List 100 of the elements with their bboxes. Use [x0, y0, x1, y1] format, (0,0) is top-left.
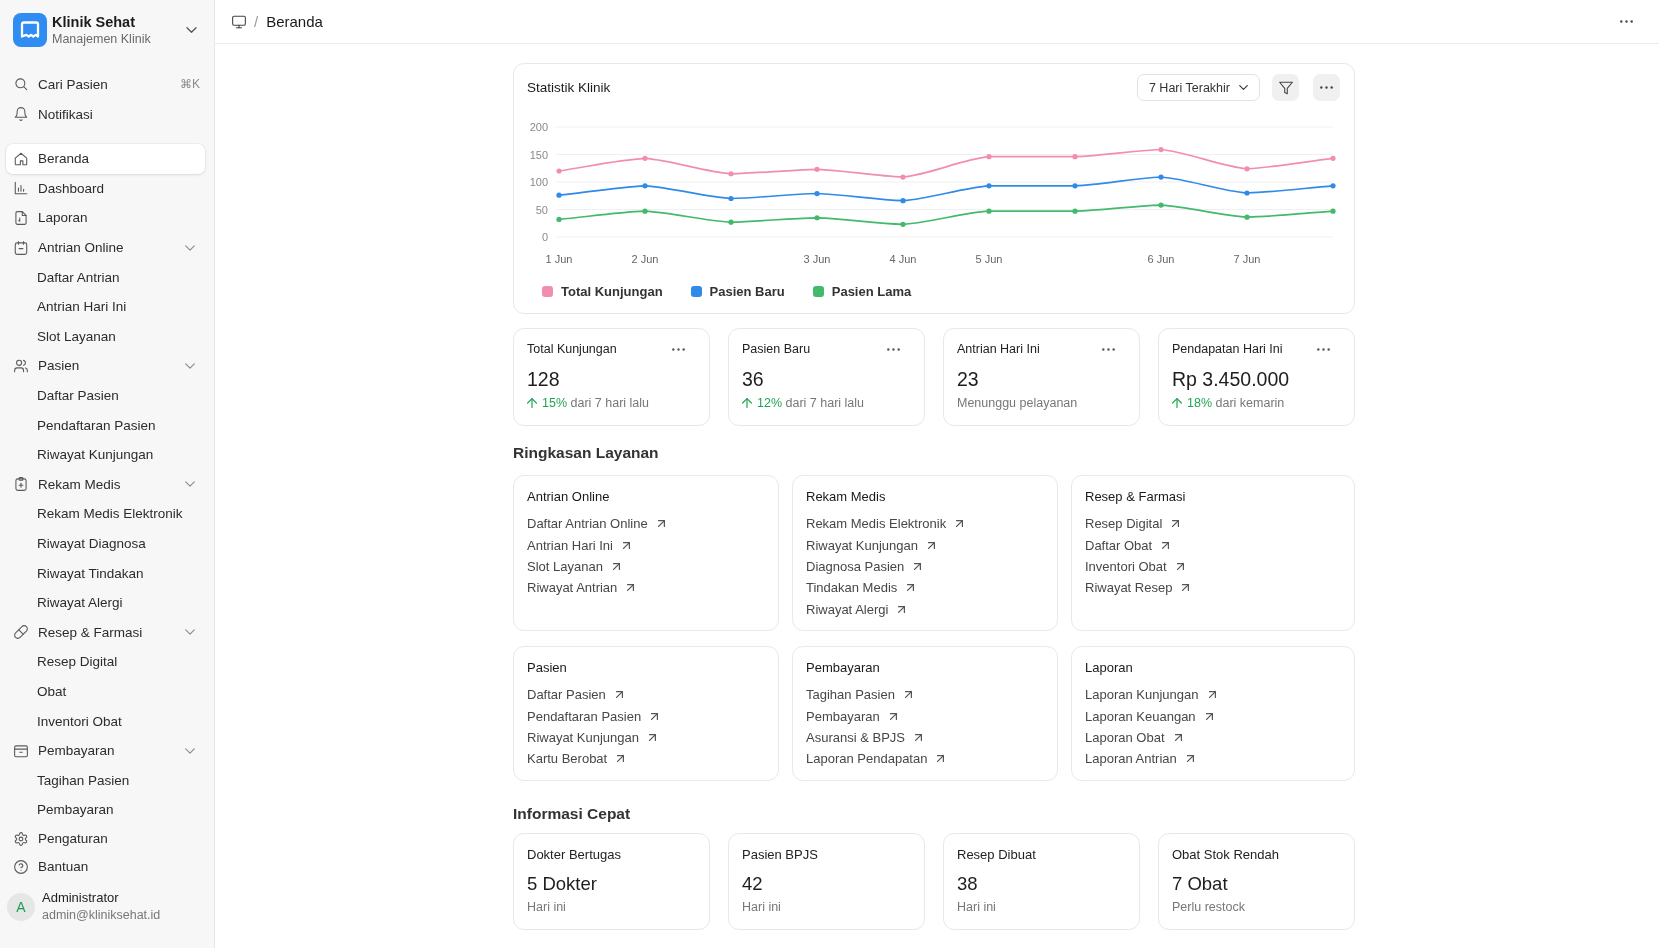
service-link[interactable]: Riwayat Resep: [1085, 577, 1190, 599]
data-point: [642, 155, 648, 161]
service-link[interactable]: Slot Layanan: [527, 555, 620, 578]
nav-item[interactable]: Beranda: [6, 144, 205, 174]
service-link[interactable]: Pembayaran: [806, 705, 897, 727]
axis-tick-label: 7 Jun: [1233, 253, 1261, 265]
arrow-up-right-icon: [649, 733, 657, 741]
nav-item[interactable]: Laporan: [6, 203, 205, 233]
card-title: Obat Stok Rendah: [1172, 846, 1279, 863]
chevron-down-icon[interactable]: [185, 244, 195, 251]
nav-item[interactable]: Antrian Online: [6, 232, 205, 263]
nav-subitem[interactable]: Obat: [6, 676, 205, 707]
chevron-down-icon[interactable]: [186, 27, 197, 33]
data-point: [556, 216, 562, 222]
data-point: [814, 215, 820, 221]
service-link[interactable]: Laporan Kunjungan: [1085, 683, 1216, 706]
axis-tick-label: 150: [529, 148, 548, 161]
service-link[interactable]: Laporan Pendapatan: [806, 748, 945, 770]
service-link[interactable]: Riwayat Kunjungan: [527, 726, 657, 749]
service-link[interactable]: Laporan Keuangan: [1085, 705, 1213, 727]
nav-item[interactable]: Dashboard: [6, 173, 205, 204]
nav-subitem[interactable]: Antrian Hari Ini: [6, 291, 205, 322]
service-link[interactable]: Tindakan Medis: [806, 577, 915, 599]
more-icon[interactable]: [887, 347, 900, 351]
card-caption: Menunggu pelayanan: [957, 396, 1078, 410]
home-icon: [14, 151, 28, 166]
settings-icon: [14, 831, 28, 846]
card-title: Pembayaran: [806, 659, 880, 676]
service-link[interactable]: Antrian Hari Ini: [527, 534, 630, 556]
nav-subitem[interactable]: Riwayat Tindakan: [6, 558, 205, 588]
sidebar-action[interactable]: Notifikasi: [6, 99, 205, 129]
nav-item[interactable]: Pasien: [6, 351, 205, 381]
clipboard-icon: [14, 477, 28, 492]
trend-caption: 15% dari 7 hari lalu: [542, 396, 650, 410]
breadcrumb-item[interactable]: Beranda: [266, 13, 323, 30]
chevron-down-icon[interactable]: [185, 747, 195, 754]
service-link[interactable]: Tagihan Pasien: [806, 683, 912, 706]
data-point: [728, 219, 734, 225]
service-link[interactable]: Daftar Obat: [1085, 534, 1170, 556]
service-link[interactable]: Pendaftaran Pasien: [527, 705, 659, 727]
chevron-down-icon[interactable]: [185, 481, 195, 488]
service-link[interactable]: Daftar Pasien: [527, 683, 623, 706]
nav-subitem[interactable]: Pendaftaran Pasien: [6, 410, 205, 440]
nav-item[interactable]: Pembayaran: [6, 735, 205, 766]
data-point: [1330, 155, 1336, 161]
nav-item[interactable]: Pengaturan: [6, 824, 205, 853]
card-caption: Perlu restock: [1172, 898, 1245, 915]
service-link[interactable]: Resep Digital: [1085, 513, 1180, 535]
card-caption: Hari ini: [527, 898, 566, 915]
nav-subitem[interactable]: Riwayat Alergi: [6, 587, 205, 618]
nav-item[interactable]: Bantuan: [6, 852, 205, 881]
chevron-down-icon[interactable]: [185, 629, 195, 636]
service-link[interactable]: Rekam Medis Elektronik: [806, 513, 964, 535]
arrow-up-right-icon: [889, 712, 897, 720]
section-heading: Informasi Cepat: [513, 804, 631, 823]
arrow-up-right-icon: [956, 520, 964, 528]
nav-subitem[interactable]: Rekam Medis Elektronik: [6, 499, 205, 529]
range-dropdown[interactable]: 7 Hari Terakhir: [1136, 74, 1260, 101]
nav-subitem[interactable]: Riwayat Kunjungan: [6, 439, 205, 470]
data-point: [642, 183, 648, 189]
service-link[interactable]: Riwayat Alergi: [806, 598, 906, 620]
service-link[interactable]: Laporan Antrian: [1085, 748, 1194, 770]
service-link[interactable]: Diagnosa Pasien: [806, 555, 922, 578]
chevron-down-icon[interactable]: [185, 362, 195, 369]
nav-subitem[interactable]: Riwayat Diagnosa: [6, 528, 205, 559]
service-link[interactable]: Riwayat Antrian: [527, 577, 635, 599]
more-icon[interactable]: [1102, 347, 1115, 351]
nav-subitem[interactable]: Pembayaran: [6, 795, 205, 825]
more-icon[interactable]: [1317, 347, 1330, 351]
nav-subitem[interactable]: Inventori Obat: [6, 706, 205, 736]
sidebar-action[interactable]: Cari Pasien ⌘K: [6, 69, 205, 99]
data-point: [556, 192, 562, 198]
nav-subitem[interactable]: Daftar Pasien: [6, 380, 205, 411]
service-link[interactable]: Daftar Antrian Online: [527, 513, 665, 535]
nav-item[interactable]: Rekam Medis: [6, 469, 205, 500]
arrow-up-right-icon: [928, 541, 936, 549]
service-link[interactable]: Laporan Obat: [1085, 726, 1182, 749]
nav-subitem[interactable]: Slot Layanan: [6, 321, 205, 352]
more-icon[interactable]: [1620, 20, 1633, 23]
more-icon[interactable]: [672, 347, 685, 351]
service-link[interactable]: Inventori Obat: [1085, 555, 1184, 578]
filter-button[interactable]: [1272, 74, 1299, 101]
stat-value: 128: [527, 367, 561, 391]
nav-subitem[interactable]: Daftar Antrian: [6, 262, 205, 292]
service-link[interactable]: Kartu Berobat: [527, 748, 625, 770]
logo-icon: [13, 13, 47, 47]
card-icon: [14, 743, 28, 758]
arrow-up-right-icon: [1205, 712, 1213, 720]
service-link[interactable]: Asuransi & BPJS: [806, 726, 922, 749]
nav-subitem[interactable]: Tagihan Pasien: [6, 765, 205, 796]
nav-subitem[interactable]: Resep Digital: [6, 647, 205, 677]
data-point: [1330, 208, 1336, 214]
service-link[interactable]: Riwayat Kunjungan: [806, 534, 936, 556]
card-title: Resep & Farmasi: [1085, 489, 1186, 505]
data-point: [900, 174, 906, 180]
card-title: Resep Dibuat: [957, 846, 1036, 863]
search-icon: [14, 77, 28, 91]
axis-tick-label: 5 Jun: [975, 253, 1003, 265]
nav-item[interactable]: Resep & Farmasi: [6, 617, 205, 648]
axis-tick-label: 50: [535, 203, 548, 216]
